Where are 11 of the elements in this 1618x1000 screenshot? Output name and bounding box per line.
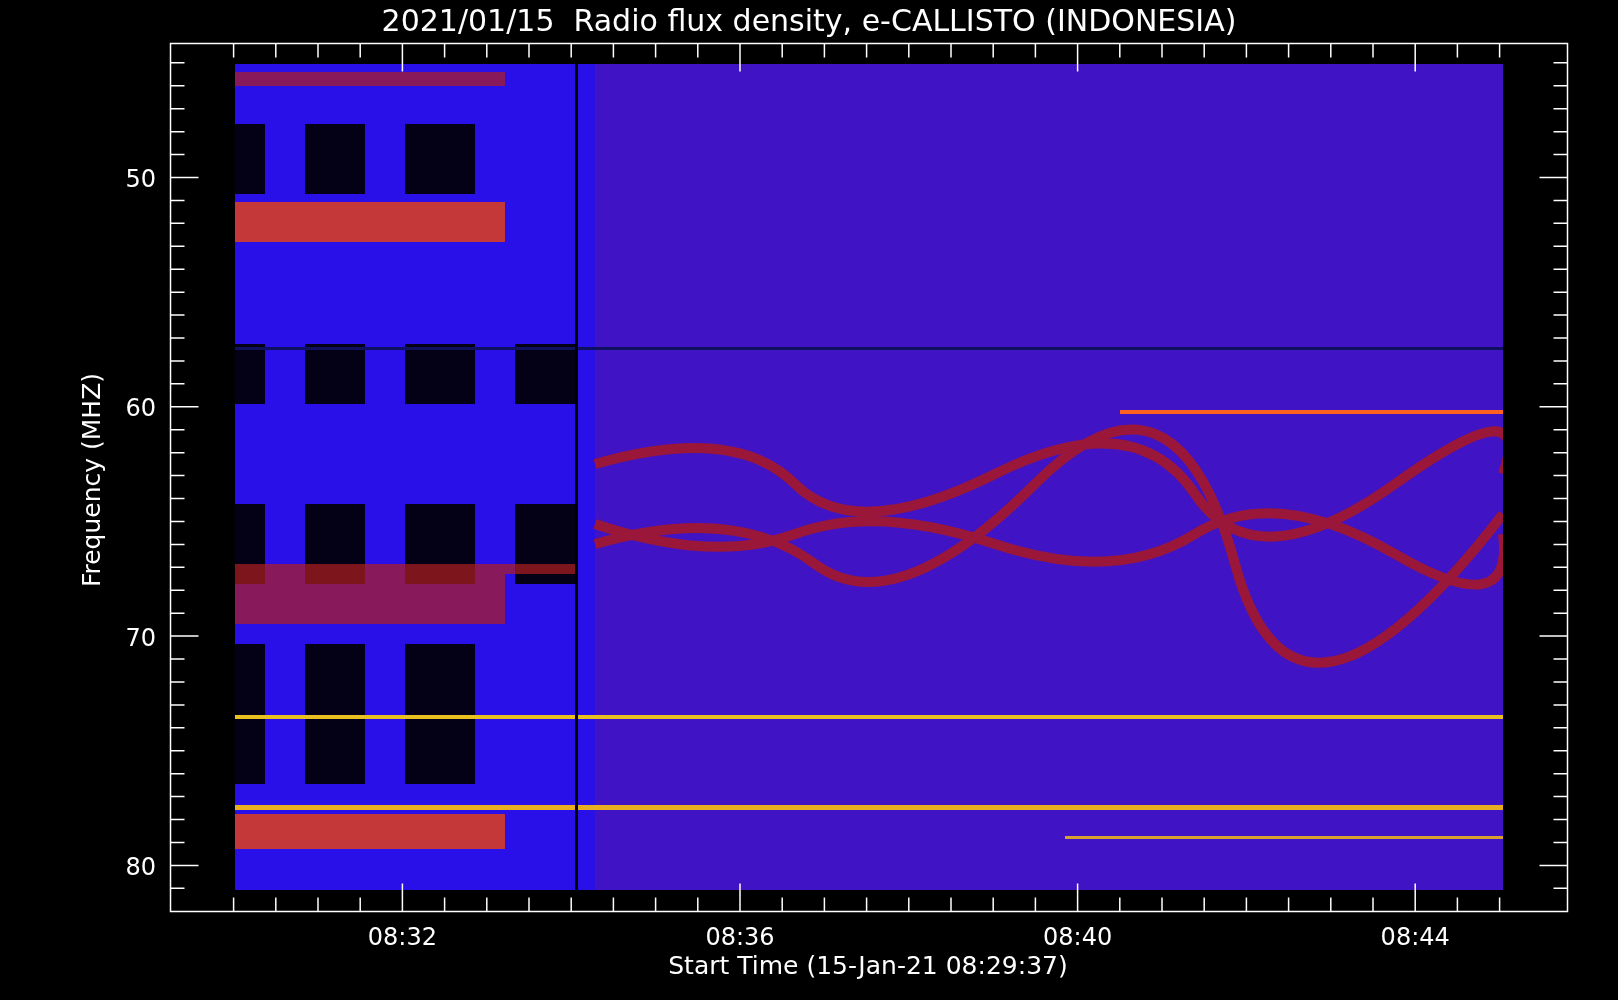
tick-label: 08:36 [705, 923, 775, 951]
tick-label: 08:40 [1043, 923, 1113, 951]
axis-label: Start Time (15-Jan-21 08:29:37) [668, 951, 1068, 980]
tick-label: 80 [125, 853, 156, 882]
tick-label: 60 [125, 394, 156, 423]
tick-label: 70 [125, 623, 156, 652]
chart-title: 2021/01/15 Radio flux density, e-CALLISTO (INDONESIA) [381, 3, 1237, 38]
tick-label: 08:32 [367, 923, 437, 951]
tick-label: 08:44 [1380, 923, 1450, 951]
axis-label: Frequency (MHZ) [77, 372, 106, 588]
tick-label: 50 [125, 164, 156, 193]
